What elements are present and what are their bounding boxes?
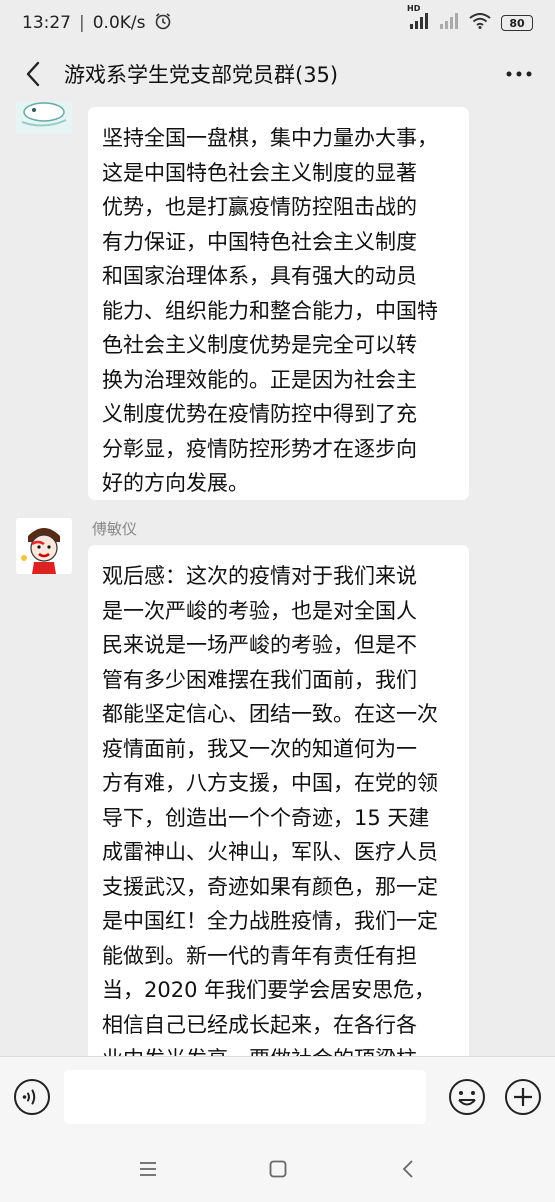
sender-name: 傅敏仪	[92, 520, 138, 538]
network-speed: 0.0K/s	[92, 13, 146, 33]
chat-header: 游戏系学生党支部党员群(35)	[0, 46, 555, 102]
network-type: HD	[407, 3, 421, 13]
message-text: 坚持全国一盘棋，集中力量办大事， 这是中国特色社会主义制度的显著 优势，也是打赢…	[102, 126, 438, 495]
chat-title: 游戏系学生党支部党员群(35)	[64, 63, 339, 87]
status-time: 13:27	[22, 13, 71, 33]
back-arrow-icon[interactable]	[18, 59, 48, 89]
wifi-icon	[469, 12, 491, 34]
chat-messages[interactable]: 坚持全国一盘棋，集中力量办大事， 这是中国特色社会主义制度的显著 优势，也是打赢…	[0, 102, 555, 1056]
battery-indicator: 80	[501, 15, 533, 31]
home-icon[interactable]	[258, 1149, 298, 1189]
back-icon[interactable]	[388, 1149, 428, 1189]
message-text: 观后感：这次的疫情对于我们来说 是一次严峻的考验，也是对全国人 民来说是一场严峻…	[102, 564, 438, 1056]
voice-icon[interactable]	[12, 1077, 52, 1117]
signal-icon: HD	[407, 4, 429, 34]
message-bubble[interactable]: 坚持全国一盘棋，集中力量办大事， 这是中国特色社会主义制度的显著 优势，也是打赢…	[88, 107, 469, 500]
more-icon[interactable]	[501, 59, 537, 89]
menu-icon[interactable]	[128, 1149, 168, 1189]
avatar[interactable]	[16, 518, 72, 574]
system-nav-bar	[0, 1136, 555, 1202]
status-divider: |	[79, 13, 85, 33]
message-bubble[interactable]: 观后感：这次的疫情对于我们来说 是一次严峻的考验，也是对全国人 民来说是一场严峻…	[88, 545, 469, 1056]
signal-2-icon	[439, 12, 459, 34]
input-bar	[0, 1056, 555, 1136]
message-input[interactable]	[64, 1069, 426, 1124]
plus-icon[interactable]	[503, 1077, 543, 1117]
alarm-icon	[154, 12, 172, 35]
emoji-icon[interactable]	[447, 1077, 487, 1117]
status-bar: 13:27 | 0.0K/s HD 80	[0, 0, 555, 46]
avatar[interactable]	[16, 102, 72, 134]
